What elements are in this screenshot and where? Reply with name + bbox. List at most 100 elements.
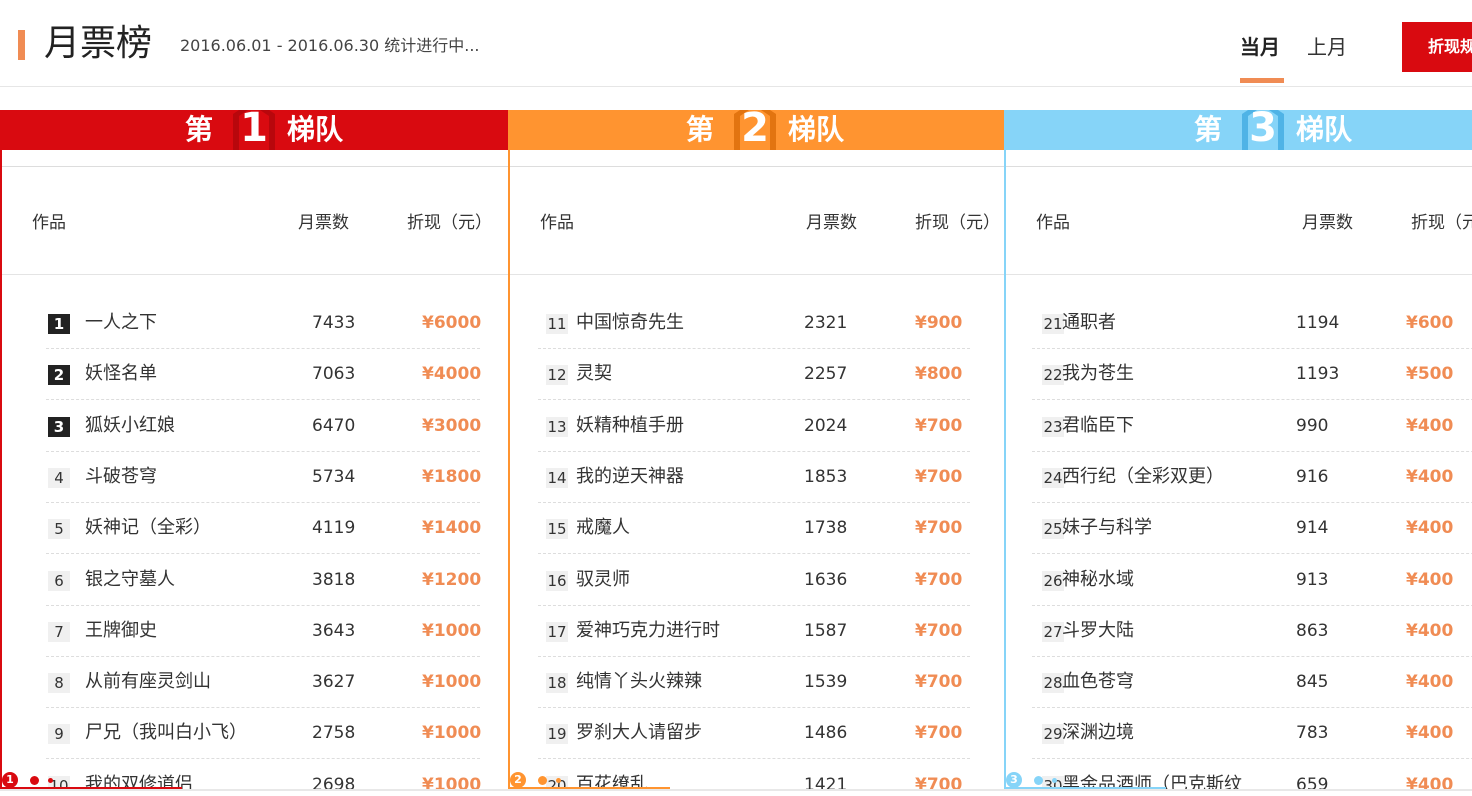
rank-badge: 8 (48, 673, 70, 693)
work-title-link[interactable]: 尸兄（我叫白小飞） (85, 721, 275, 745)
rank-badge: 17 (546, 622, 568, 642)
tier-table: 作品 月票数 折现（元） 1 一人之下 7433 ¥6000 2 妖怪名单 70… (0, 150, 510, 790)
work-title-link[interactable]: 西行纪（全彩双更） (1062, 465, 1252, 489)
vote-count: 4119 (312, 518, 356, 538)
tier-banner: 第 3 梯队 (1004, 110, 1472, 150)
table-row[interactable]: 28 血色苍穹 845 ¥400 (1006, 657, 1472, 708)
table-row[interactable]: 17 爱神巧克力进行时 1587 ¥700 (510, 606, 1004, 657)
table-row[interactable]: 13 妖精种植手册 2024 ¥700 (510, 401, 1004, 452)
rank-badge: 29 (1042, 724, 1064, 744)
table-row[interactable]: 24 西行纪（全彩双更） 916 ¥400 (1006, 452, 1472, 503)
work-title-link[interactable]: 我的逆天神器 (576, 465, 766, 489)
work-title-link[interactable]: 爱神巧克力进行时 (576, 619, 766, 643)
table-row[interactable]: 25 妹子与科学 914 ¥400 (1006, 503, 1472, 554)
tier-cap (1006, 150, 1472, 167)
active-tab-indicator (1240, 78, 1284, 83)
cash-reward: ¥1200 (422, 570, 482, 590)
work-title-link[interactable]: 斗罗大陆 (1062, 619, 1252, 643)
table-row[interactable]: 16 驭灵师 1636 ¥700 (510, 555, 1004, 606)
cash-reward: ¥400 (1406, 467, 1454, 487)
cash-reward: ¥6000 (422, 313, 482, 333)
footer-dot-icon (538, 776, 547, 785)
tier-footer-marker: 1 (2, 772, 202, 789)
table-row[interactable]: 22 我为苍生 1193 ¥500 (1006, 349, 1472, 400)
work-title-link[interactable]: 斗破苍穹 (85, 465, 275, 489)
vote-count: 2257 (804, 364, 848, 384)
table-row[interactable]: 6 银之守墓人 3818 ¥1200 (2, 555, 510, 606)
table-row[interactable]: 23 君临臣下 990 ¥400 (1006, 401, 1472, 452)
work-title-link[interactable]: 纯情丫头火辣辣 (576, 670, 766, 694)
work-title-link[interactable]: 银之守墓人 (85, 568, 275, 592)
work-title-link[interactable]: 狐妖小红娘 (85, 414, 275, 438)
row-divider (1032, 758, 1472, 759)
vote-count: 783 (1296, 723, 1329, 743)
work-title-link[interactable]: 血色苍穹 (1062, 670, 1252, 694)
cash-rules-button[interactable]: 折现规 (1402, 22, 1472, 72)
work-title-link[interactable]: 深渊边境 (1062, 721, 1252, 745)
work-title-link[interactable]: 王牌御史 (85, 619, 275, 643)
work-title-link[interactable]: 我为苍生 (1062, 362, 1252, 386)
table-row[interactable]: 29 深渊边境 783 ¥400 (1006, 708, 1472, 759)
work-title-link[interactable]: 通职者 (1062, 311, 1252, 335)
vote-count: 2758 (312, 723, 356, 743)
work-title-link[interactable]: 驭灵师 (576, 568, 766, 592)
rank-badge: 4 (48, 468, 70, 488)
work-title-link[interactable]: 妖神记（全彩） (85, 516, 275, 540)
table-row[interactable]: 27 斗罗大陆 863 ¥400 (1006, 606, 1472, 657)
work-title-link[interactable]: 一人之下 (85, 311, 275, 335)
table-row[interactable]: 26 神秘水域 913 ¥400 (1006, 555, 1472, 606)
cash-reward: ¥400 (1406, 416, 1454, 436)
table-row[interactable]: 8 从前有座灵剑山 3627 ¥1000 (2, 657, 510, 708)
table-row[interactable]: 9 尸兄（我叫白小飞） 2758 ¥1000 (2, 708, 510, 759)
work-title-link[interactable]: 妹子与科学 (1062, 516, 1252, 540)
work-title-link[interactable]: 妖怪名单 (85, 362, 275, 386)
vote-count: 2024 (804, 416, 848, 436)
cash-reward: ¥400 (1406, 518, 1454, 538)
tier-footer-badge: 1 (2, 772, 18, 788)
work-title-link[interactable]: 从前有座灵剑山 (85, 670, 275, 694)
table-row[interactable]: 3 狐妖小红娘 6470 ¥3000 (2, 401, 510, 452)
tier-table: 作品 月票数 折现（元 21 通职者 1194 ¥600 22 我为苍生 119… (1004, 150, 1472, 790)
vote-count: 1194 (1296, 313, 1340, 333)
work-title-link[interactable]: 神秘水域 (1062, 568, 1252, 592)
table-row[interactable]: 12 灵契 2257 ¥800 (510, 349, 1004, 400)
work-title-link[interactable]: 中国惊奇先生 (576, 311, 766, 335)
rank-badge: 6 (48, 571, 70, 591)
tab-current-month[interactable]: 当月 (1240, 34, 1280, 60)
cash-reward: ¥700 (915, 672, 963, 692)
vote-count: 3627 (312, 672, 356, 692)
tab-last-month[interactable]: 上月 (1307, 34, 1347, 60)
vote-count: 3643 (312, 621, 356, 641)
work-title-link[interactable]: 灵契 (576, 362, 766, 386)
table-row[interactable]: 19 罗刹大人请留步 1486 ¥700 (510, 708, 1004, 759)
table-row[interactable]: 2 妖怪名单 7063 ¥4000 (2, 349, 510, 400)
rank-badge: 22 (1042, 365, 1064, 385)
table-row[interactable]: 4 斗破苍穹 5734 ¥1800 (2, 452, 510, 503)
work-title-link[interactable]: 罗刹大人请留步 (576, 721, 766, 745)
vote-count: 1738 (804, 518, 848, 538)
table-row[interactable]: 7 王牌御史 3643 ¥1000 (2, 606, 510, 657)
rank-badge: 24 (1042, 468, 1064, 488)
vote-count: 7063 (312, 364, 356, 384)
table-row[interactable]: 18 纯情丫头火辣辣 1539 ¥700 (510, 657, 1004, 708)
table-row[interactable]: 21 通职者 1194 ¥600 (1006, 298, 1472, 349)
table-row[interactable]: 1 一人之下 7433 ¥6000 (2, 298, 510, 349)
table-row[interactable]: 5 妖神记（全彩） 4119 ¥1400 (2, 503, 510, 554)
table-row[interactable]: 15 戒魔人 1738 ¥700 (510, 503, 1004, 554)
rank-badge: 25 (1042, 519, 1064, 539)
work-title-link[interactable]: 戒魔人 (576, 516, 766, 540)
cash-reward: ¥700 (915, 416, 963, 436)
rank-badge: 14 (546, 468, 568, 488)
row-divider (538, 399, 970, 400)
column-header-votes: 月票数 (806, 213, 857, 233)
work-title-link[interactable]: 君临臣下 (1062, 414, 1252, 438)
table-row[interactable]: 14 我的逆天神器 1853 ¥700 (510, 452, 1004, 503)
stat-period: 2016.06.01 - 2016.06.30 统计进行中... (180, 36, 480, 55)
page-header: 月票榜 2016.06.01 - 2016.06.30 统计进行中... 当月 … (0, 0, 1472, 87)
column-header-votes: 月票数 (298, 213, 349, 233)
work-title-link[interactable]: 妖精种植手册 (576, 414, 766, 438)
tier-cap (2, 150, 510, 167)
table-row[interactable]: 11 中国惊奇先生 2321 ¥900 (510, 298, 1004, 349)
rank-badge: 13 (546, 417, 568, 437)
rank-badge: 11 (546, 314, 568, 334)
